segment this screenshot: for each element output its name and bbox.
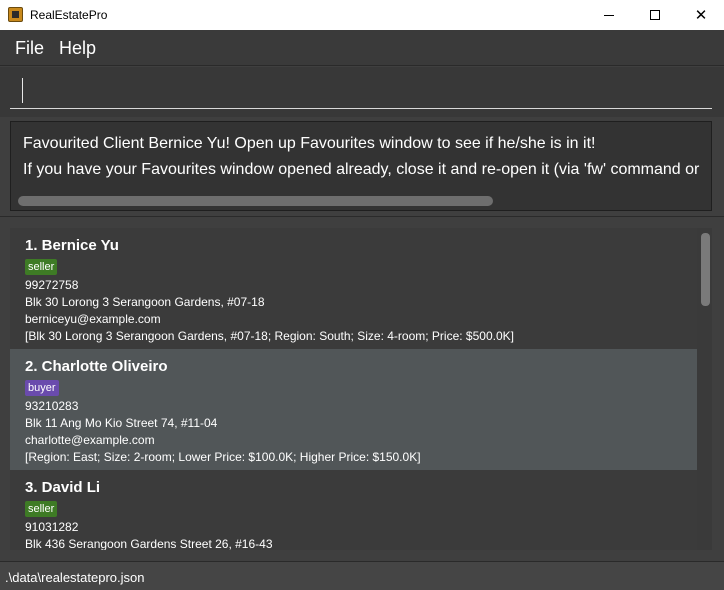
close-icon: ✕ [694,6,708,24]
client-details: [Blk 30 Lorong 3 Serangoon Gardens, #07-… [25,329,514,343]
client-phone: 99272758 [25,278,79,292]
client-address: Blk 30 Lorong 3 Serangoon Gardens, #07-1… [25,295,265,309]
client-address: Blk 436 Serangoon Gardens Street 26, #16… [25,537,273,550]
client-list: 1. Bernice Yu seller 99272758 Blk 30 Lor… [10,228,712,550]
result-message-line-1: Favourited Client Bernice Yu! Open up Fa… [23,135,596,152]
client-phone: 93210283 [25,399,79,413]
horizontal-scrollbar[interactable] [18,196,493,206]
text-caret [22,78,23,103]
command-box [0,67,724,117]
client-card[interactable]: 3. David Li seller 91031282 Blk 436 Sera… [10,470,697,550]
client-card[interactable]: 2. Charlotte Oliveiro buyer 93210283 Blk… [10,349,697,470]
data-file-path: .\data\realestatepro.json [5,570,145,585]
client-name: 1. Bernice Yu [25,237,119,254]
client-tag: seller [25,259,58,275]
minimize-icon [604,14,614,16]
client-email: charlotte@example.com [25,433,155,447]
menu-bar: File Help [0,30,724,66]
title-bar: RealEstatePro ✕ [0,0,724,30]
result-display: Favourited Client Bernice Yu! Open up Fa… [10,121,712,211]
command-input[interactable] [10,73,712,109]
client-details: [Region: East; Size: 2-room; Lower Price… [25,450,421,464]
client-name: 2. Charlotte Oliveiro [25,358,168,375]
client-card[interactable]: 1. Bernice Yu seller 99272758 Blk 30 Lor… [10,228,697,349]
menu-file[interactable]: File [15,38,44,59]
client-address: Blk 11 Ang Mo Kio Street 74, #11-04 [25,416,218,430]
divider [0,216,724,217]
client-name: 3. David Li [25,479,101,496]
maximize-icon [650,10,660,20]
minimize-button[interactable] [586,0,632,30]
maximize-button[interactable] [632,0,678,30]
vertical-scrollbar[interactable] [701,233,710,306]
client-phone: 91031282 [25,520,79,534]
client-tag: buyer [25,380,59,396]
close-button[interactable]: ✕ [678,0,724,30]
app-logo-icon [8,7,23,22]
client-tag: seller [25,501,58,517]
client-email: berniceyu@example.com [25,312,161,326]
menu-help[interactable]: Help [59,38,96,59]
result-message-line-2: If you have your Favourites window opene… [23,161,700,178]
window-title: RealEstatePro [30,8,108,22]
status-bar: .\data\realestatepro.json [0,561,724,590]
